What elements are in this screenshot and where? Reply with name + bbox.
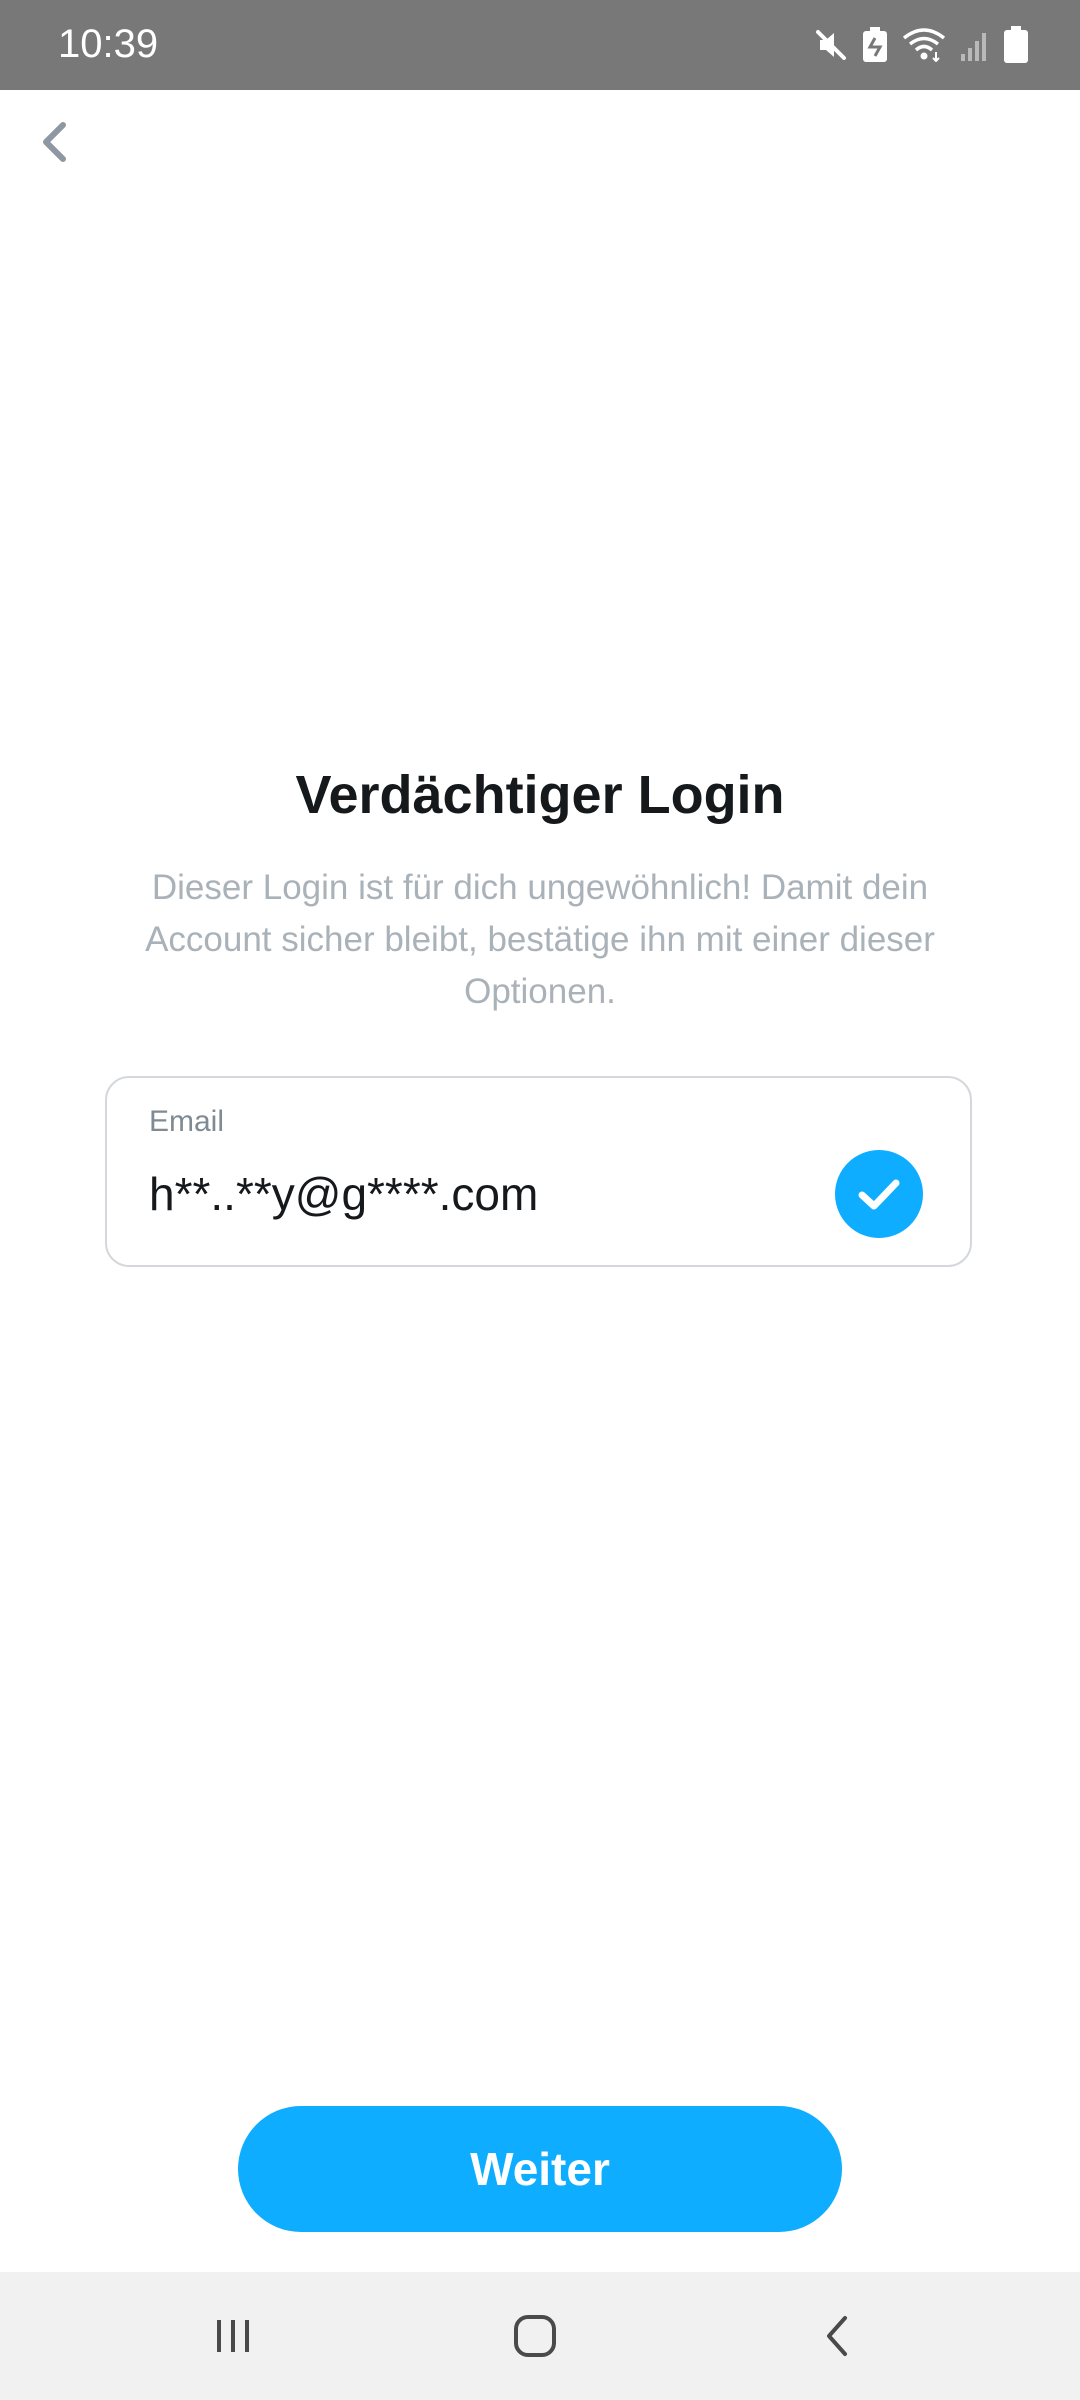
mute-icon bbox=[814, 28, 848, 62]
status-time: 10:39 bbox=[58, 22, 159, 66]
system-navigation-bar bbox=[0, 2272, 1080, 2400]
continue-button[interactable]: Weiter bbox=[238, 2106, 842, 2232]
recent-apps-button[interactable] bbox=[193, 2296, 273, 2376]
status-bar: 10:39 bbox=[0, 0, 1080, 90]
back-button[interactable] bbox=[30, 112, 78, 172]
checkmark-icon bbox=[835, 1150, 923, 1238]
page-subtitle: Dieser Login ist für dich ungewöhnlich! … bbox=[145, 868, 935, 1011]
wifi-icon bbox=[902, 28, 946, 62]
back-icon bbox=[827, 2316, 847, 2356]
home-icon bbox=[514, 2315, 556, 2357]
home-button[interactable] bbox=[495, 2296, 575, 2376]
chevron-left-icon bbox=[43, 122, 66, 162]
status-icons bbox=[814, 22, 1028, 68]
battery-saver-icon bbox=[862, 27, 888, 63]
email-label: Email bbox=[149, 1105, 225, 1138]
page-title: Verdächtiger Login bbox=[295, 765, 785, 825]
system-back-button[interactable] bbox=[797, 2296, 877, 2376]
email-value: h**..**y@g****.com bbox=[149, 1168, 539, 1220]
email-option-card[interactable]: Email h**..**y@g****.com bbox=[105, 1076, 972, 1267]
battery-icon bbox=[1004, 26, 1028, 64]
signal-icon bbox=[960, 28, 990, 62]
recent-apps-icon bbox=[217, 2320, 249, 2352]
